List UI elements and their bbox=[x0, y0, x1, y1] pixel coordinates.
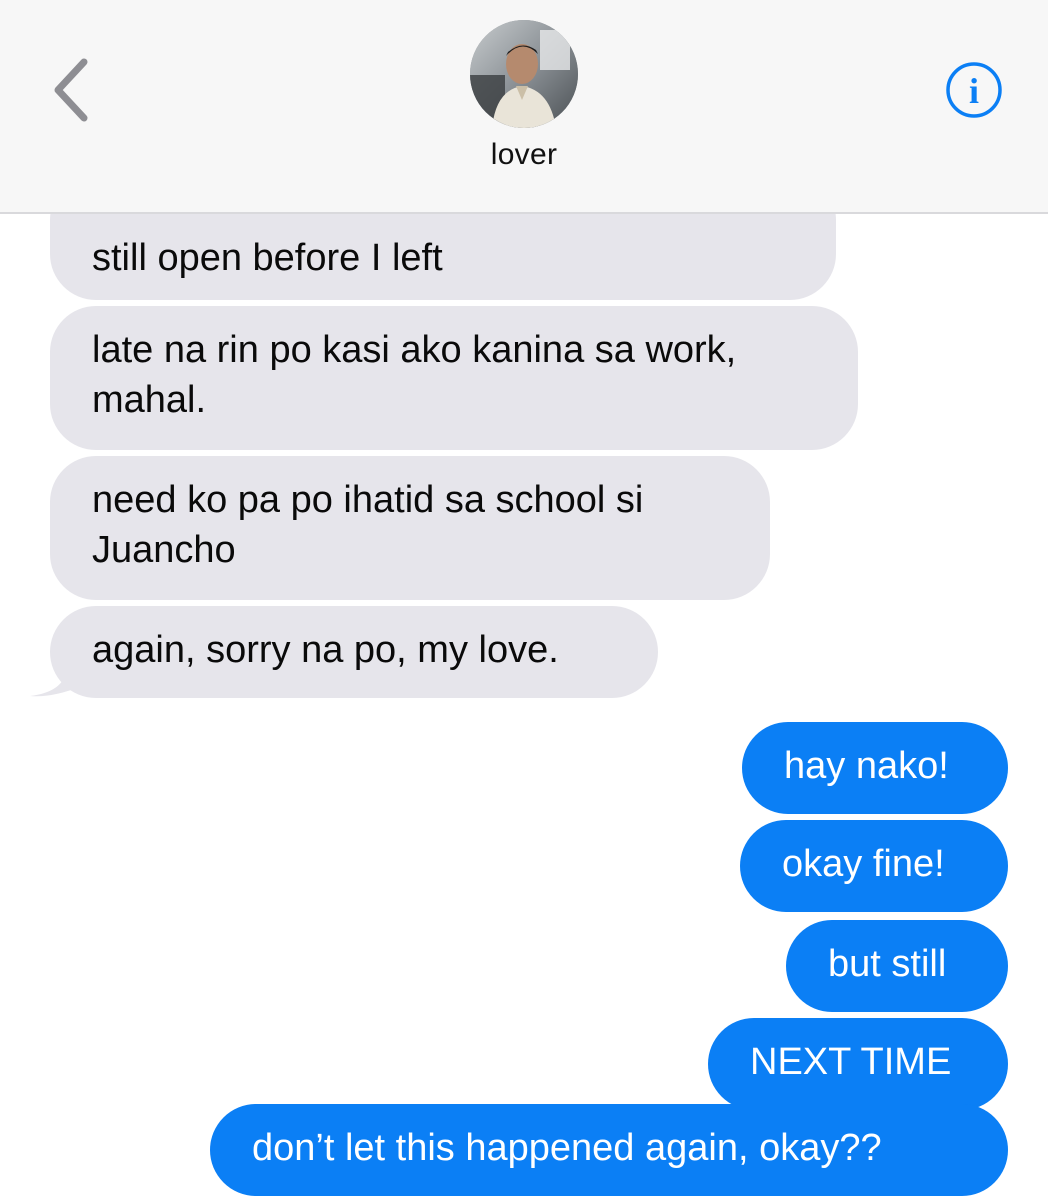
message-text-line: need ko pa po ihatid sa school si bbox=[92, 479, 644, 521]
outgoing-message[interactable]: okay fine! bbox=[740, 820, 1008, 912]
message-text: still open before I left bbox=[92, 237, 443, 279]
message-text: again, sorry na po, my love. bbox=[92, 629, 559, 671]
avatar[interactable] bbox=[470, 20, 578, 128]
outgoing-message[interactable]: hay nako! bbox=[742, 722, 1008, 814]
message-text: okay fine! bbox=[782, 843, 945, 885]
incoming-message[interactable]: need ko pa po ihatid sa school si Juanch… bbox=[50, 456, 770, 600]
message-thread[interactable]: still open before I left late na rin po … bbox=[0, 214, 1048, 1200]
incoming-message[interactable]: again, sorry na po, my love. bbox=[50, 606, 658, 698]
message-text-line: Juancho bbox=[92, 529, 236, 571]
message-text-line: mahal. bbox=[92, 379, 207, 421]
message-text: don’t let this happened again, okay?? bbox=[252, 1127, 882, 1169]
outgoing-message[interactable]: but still bbox=[786, 920, 1008, 1012]
back-button[interactable] bbox=[40, 50, 100, 130]
svg-text:i: i bbox=[969, 71, 979, 111]
contact-photo bbox=[470, 20, 578, 128]
message-text: hay nako! bbox=[784, 745, 949, 787]
incoming-message[interactable]: late na rin po kasi ako kanina sa work, … bbox=[50, 306, 858, 450]
chevron-left-icon bbox=[54, 58, 88, 122]
message-text: but still bbox=[828, 943, 947, 985]
outgoing-message[interactable]: NEXT TIME bbox=[708, 1018, 1008, 1110]
contact-name[interactable]: lover bbox=[0, 138, 1048, 172]
message-text-line: late na rin po kasi ako kanina sa work, bbox=[92, 329, 737, 371]
message-text: NEXT TIME bbox=[750, 1041, 952, 1083]
info-circle-icon: i bbox=[946, 62, 1002, 118]
incoming-message[interactable]: still open before I left bbox=[50, 214, 836, 300]
info-button[interactable]: i bbox=[944, 60, 1004, 120]
conversation-header: lover i bbox=[0, 0, 1048, 214]
outgoing-message[interactable]: don’t let this happened again, okay?? bbox=[210, 1104, 1008, 1196]
